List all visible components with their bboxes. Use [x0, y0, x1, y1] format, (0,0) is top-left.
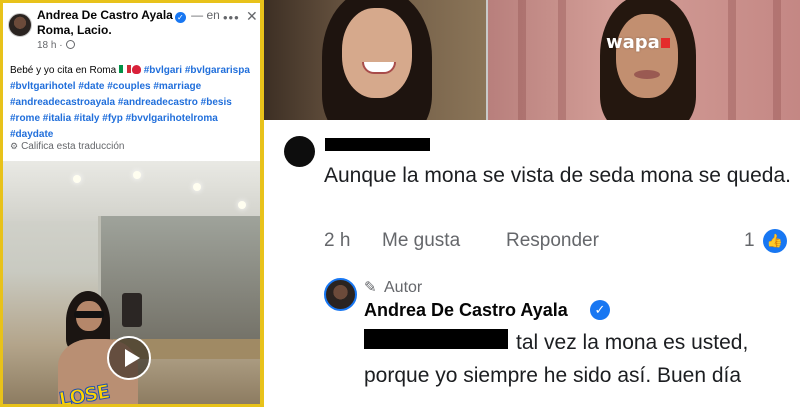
hashtag-link[interactable]: #bvlgari — [144, 65, 182, 76]
gear-icon: ⚙ — [10, 141, 19, 151]
pencil-icon: ✎ — [364, 279, 377, 296]
curtain-fold — [518, 0, 526, 120]
comment-thread: Aunque la mona se vista de seda mona se … — [264, 120, 800, 407]
curtain-fold — [558, 0, 566, 120]
post-video-thumbnail[interactable]: LOSE — [3, 161, 260, 404]
ceiling-light — [133, 171, 141, 179]
thumbs-up-icon[interactable]: 👍 — [763, 229, 787, 253]
rose-icon — [131, 65, 141, 74]
close-icon[interactable]: ✕ — [246, 8, 258, 25]
header-photos: wapa — [264, 0, 800, 120]
reply-button[interactable]: Responder — [506, 230, 599, 252]
reply-author-name[interactable]: Andrea De Castro Ayala — [364, 300, 568, 321]
photo-woman-portrait: wapa — [488, 0, 800, 120]
reaction-count[interactable]: 1 — [744, 230, 755, 252]
post-header: Andrea De Castro Ayala ✓ — en Roma, Lacio… — [3, 3, 260, 57]
post-caption: Bebé y yo cita en Roma #bvlgari #bvlgara… — [10, 63, 260, 143]
redacted-commenter-name — [325, 138, 430, 151]
post-time[interactable]: 18 h · — [37, 40, 63, 51]
comment-text: Aunque la mona se vista de seda mona se … — [324, 164, 791, 187]
author-name[interactable]: Andrea De Castro Ayala — [37, 8, 173, 22]
curtain-fold — [728, 0, 736, 120]
ceiling-light — [238, 201, 246, 209]
verified-badge-icon: ✓ — [174, 12, 186, 23]
face — [616, 14, 678, 98]
post-location[interactable]: Roma, Lacio. — [37, 23, 112, 37]
like-button[interactable]: Me gusta — [382, 230, 460, 252]
reply-text: tal vez la mona es usted, porque yo siem… — [364, 331, 749, 387]
logo-mark — [660, 38, 670, 48]
globe-icon — [65, 40, 75, 49]
italy-flag-icon — [118, 65, 131, 73]
hashtag-links[interactable]: #bvlgararispa #bvltgarihotel #date #coup… — [10, 65, 250, 140]
ceiling-light — [193, 183, 201, 191]
wapa-logo: wapa — [606, 32, 670, 53]
logo-text: wapa — [606, 32, 660, 53]
location-separator: — en — [187, 8, 220, 22]
sunglasses — [74, 311, 104, 318]
lips — [634, 70, 660, 79]
ceiling — [3, 161, 260, 221]
caption-intro: Bebé y yo cita en Roma — [10, 65, 117, 76]
rate-translation-link[interactable]: ⚙ Califica esta traducción — [10, 141, 124, 152]
curtain-fold — [773, 0, 781, 120]
verified-badge-icon: ✓ — [590, 300, 610, 320]
ceiling-light — [73, 175, 81, 183]
commenter-avatar[interactable] — [284, 136, 315, 167]
facebook-post: Andrea De Castro Ayala ✓ — en Roma, Lacio… — [0, 0, 264, 407]
post-meta: 18 h · — [37, 40, 75, 51]
more-options-icon[interactable]: ••• — [223, 10, 240, 25]
play-icon[interactable] — [107, 336, 151, 380]
translate-label: Califica esta traducción — [21, 141, 125, 152]
face — [342, 8, 412, 98]
author-reply: ✎ Autor Andrea De Castro Ayala ✓ tal vez… — [324, 278, 800, 407]
photo-smiling-woman — [264, 0, 486, 120]
phone — [122, 293, 142, 327]
author-avatar[interactable] — [8, 13, 32, 37]
comment-time[interactable]: 2 h — [324, 230, 350, 252]
author-avatar[interactable] — [324, 278, 357, 311]
author-badge: Autor — [384, 279, 423, 296]
comment-actions: 2 h Me gusta Responder 1 👍 — [324, 229, 800, 254]
